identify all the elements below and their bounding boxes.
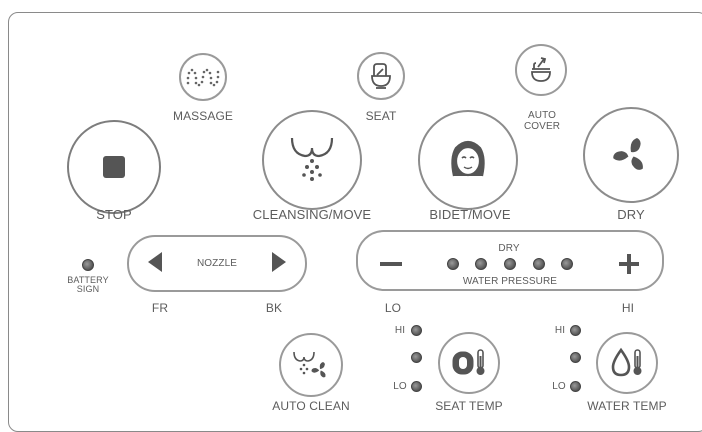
stop-square-icon — [102, 155, 126, 179]
water-temp-led-hi — [570, 325, 581, 336]
water-temp-led-lo — [570, 381, 581, 392]
pressure-level-led-1 — [447, 258, 459, 270]
pressure-lo-label: LO — [384, 301, 402, 315]
spray-fan-icon — [292, 350, 330, 380]
water-temp-hi-label: HI — [554, 325, 566, 336]
plus-icon — [619, 254, 639, 274]
dry-button[interactable] — [583, 107, 679, 203]
pressure-level-led-5 — [561, 258, 573, 270]
nozzle-forward-button[interactable] — [146, 250, 164, 274]
nozzle-label: NOZZLE — [196, 258, 238, 269]
water-temp-led-mid — [570, 352, 581, 363]
auto-cover-icon — [528, 55, 554, 85]
massage-button[interactable] — [179, 53, 227, 101]
stop-label: STOP — [96, 207, 132, 222]
seat-temp-label: SEAT TEMP — [435, 399, 503, 413]
pressure-level-led-2 — [475, 258, 487, 270]
seat-temp-button[interactable] — [438, 332, 500, 394]
seat-temp-led-hi — [411, 325, 422, 336]
massage-label: MASSAGE — [172, 109, 234, 123]
battery-label: BATTERY SIGN — [67, 275, 109, 295]
seat-temp-led-mid — [411, 352, 422, 363]
auto-clean-label: AUTO CLEAN — [272, 399, 350, 413]
pressure-hi-label: HI — [621, 301, 635, 315]
water-temp-lo-label: LO — [552, 381, 566, 392]
pressure-level-led-4 — [533, 258, 545, 270]
auto-cover-button[interactable] — [515, 44, 567, 96]
stop-button[interactable] — [67, 120, 161, 214]
water-temp-label: WATER TEMP — [587, 399, 667, 413]
fan-icon — [611, 135, 651, 175]
seat-label: SEAT — [365, 109, 397, 123]
bidet-move-button[interactable] — [418, 110, 518, 210]
pressure-label: WATER PRESSURE — [462, 276, 558, 287]
nozzle-fr-label: FR — [151, 301, 169, 315]
cleansing-move-label: CLEANSING/MOVE — [252, 207, 372, 222]
pressure-plus-button[interactable] — [619, 254, 639, 274]
triangle-left-icon — [146, 250, 164, 274]
seat-temp-lo-label: LO — [393, 381, 407, 392]
nozzle-back-button[interactable] — [270, 250, 288, 274]
pressure-level-led-3 — [504, 258, 516, 270]
seat-button[interactable] — [357, 52, 405, 100]
minus-icon — [380, 262, 402, 268]
woman-face-icon — [446, 136, 490, 184]
auto-cover-label: AUTO COVER — [523, 110, 561, 132]
water-temp-button[interactable] — [596, 332, 658, 394]
seat-icon — [369, 62, 393, 90]
cleansing-spray-icon — [289, 134, 335, 186]
triangle-right-icon — [270, 250, 288, 274]
dry-label: DRY — [617, 207, 645, 222]
pressure-minus-button[interactable] — [380, 262, 402, 268]
water-drop-thermometer-icon — [609, 347, 645, 379]
battery-led — [82, 259, 94, 271]
pressure-dry-label: DRY — [498, 243, 520, 254]
nozzle-bk-label: BK — [265, 301, 283, 315]
seat-thermometer-icon — [451, 348, 487, 378]
cleansing-move-button[interactable] — [262, 110, 362, 210]
wave-icon — [185, 67, 221, 87]
seat-temp-hi-label: HI — [394, 325, 406, 336]
seat-temp-led-lo — [411, 381, 422, 392]
auto-clean-button[interactable] — [279, 333, 343, 397]
bidet-move-label: BIDET/MOVE — [429, 207, 511, 222]
